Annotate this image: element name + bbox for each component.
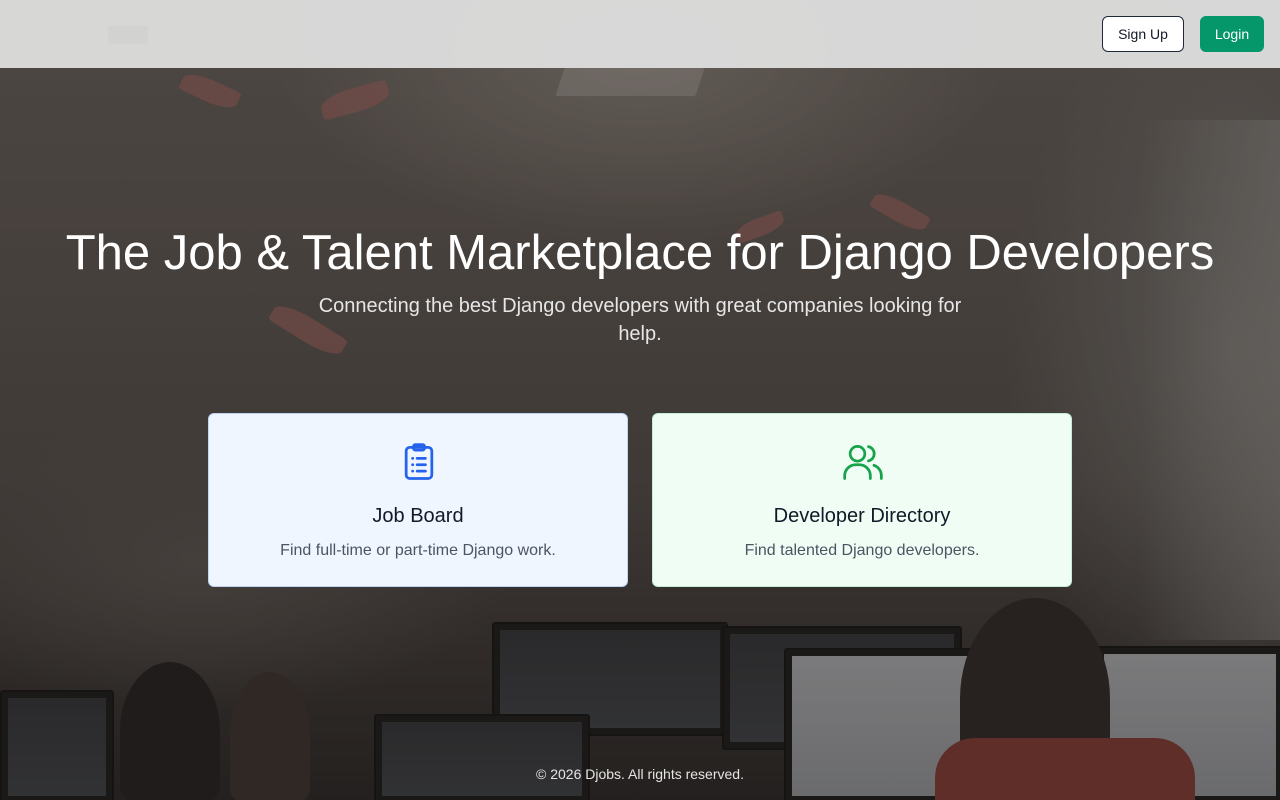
sign-up-button[interactable]: Sign Up [1102, 16, 1184, 52]
login-button[interactable]: Login [1200, 16, 1264, 52]
job-board-card[interactable]: Job Board Find full-time or part-time Dj… [208, 413, 628, 587]
landing-page: Sign Up Login The Job & Talent Marketpla… [0, 0, 1280, 800]
clipboard-list-icon [397, 440, 441, 484]
card-description: Find talented Django developers. [744, 542, 980, 559]
top-navbar: Sign Up Login [0, 0, 1280, 68]
footer-copyright: © 2026 Djobs. All rights reserved. [536, 766, 744, 782]
card-description: Find full-time or part-time Django work. [280, 542, 556, 559]
background-overlay [0, 0, 1280, 800]
users-icon [841, 440, 885, 484]
developer-directory-card[interactable]: Developer Directory Find talented Django… [652, 413, 1072, 587]
site-logo[interactable] [108, 26, 148, 44]
card-title: Developer Directory [773, 505, 951, 527]
hero-subtitle: Connecting the best Django developers wi… [318, 295, 962, 345]
card-title: Job Board [372, 505, 464, 527]
hero-title: The Job & Talent Marketplace for Django … [65, 226, 1215, 280]
